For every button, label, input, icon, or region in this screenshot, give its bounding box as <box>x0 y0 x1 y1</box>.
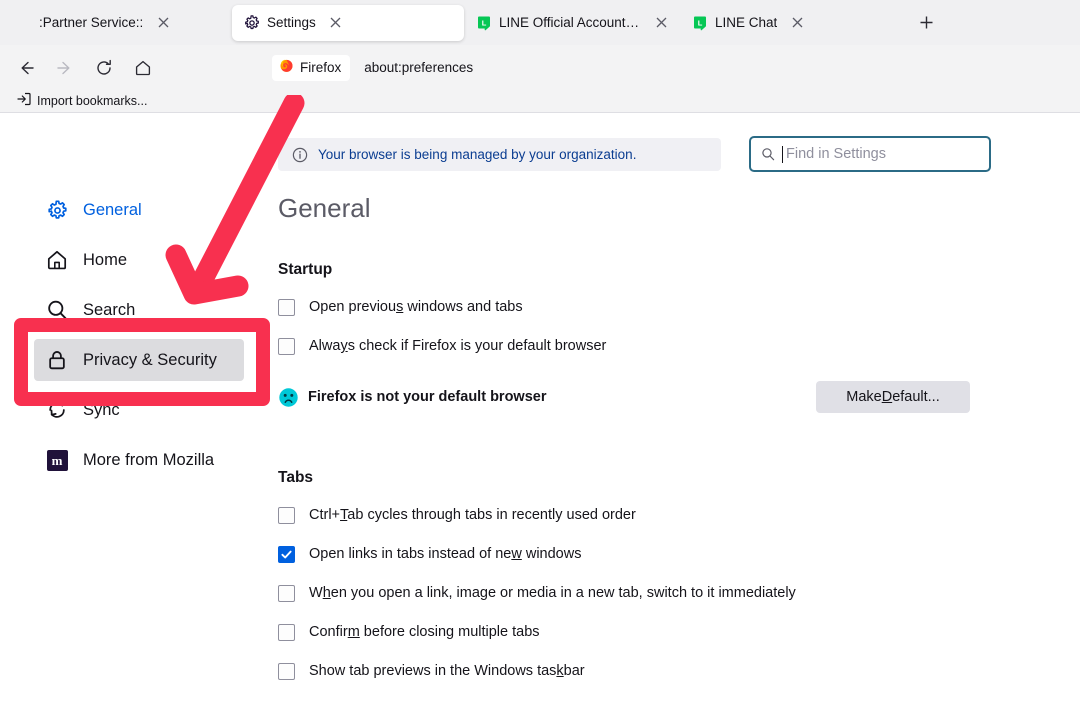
tab-strip: :Partner Service:: Settings L LINE Offic… <box>0 0 1080 45</box>
import-icon <box>17 92 31 111</box>
page-title: General <box>278 193 371 223</box>
svg-text:L: L <box>482 18 487 27</box>
sidebar-item-label: Home <box>83 251 128 269</box>
sidebar-item-sync[interactable]: Sync <box>34 389 244 431</box>
managed-notice-text: Your browser is being managed by your or… <box>318 147 637 162</box>
text-caret <box>782 145 783 163</box>
checkbox-label: Ctrl+Tab cycles through tabs in recently… <box>309 507 636 523</box>
tab-favicon-blank <box>16 15 32 31</box>
close-icon[interactable] <box>327 14 345 32</box>
search-input[interactable]: Find in Settings <box>749 136 991 172</box>
sidebar-item-home[interactable]: Home <box>34 239 244 281</box>
svg-text:L: L <box>698 18 703 27</box>
bookmarks-toolbar: Import bookmarks... <box>0 90 1080 113</box>
checkbox-row-show-tab-previews[interactable]: Show tab previews in the Windows taskbar <box>278 660 1038 682</box>
sidebar-item-label: Search <box>83 301 136 319</box>
mozilla-icon: m <box>46 449 68 471</box>
home-icon[interactable] <box>127 52 159 84</box>
settings-content: General Startup Open previous windows an… <box>278 193 1038 699</box>
new-tab-button[interactable] <box>912 9 940 37</box>
browser-chrome: :Partner Service:: Settings L LINE Offic… <box>0 0 1080 113</box>
sidebar-item-label: General <box>83 201 142 219</box>
checkbox-show-tab-previews[interactable] <box>278 662 295 680</box>
browser-tab-settings[interactable]: Settings <box>232 4 464 41</box>
checkbox-row-ctrl-tab-cycles[interactable]: Ctrl+Tab cycles through tabs in recently… <box>278 504 1038 526</box>
default-browser-status: Firefox is not your default browser <box>278 387 546 408</box>
checkbox-label: Always check if Firefox is your default … <box>309 338 607 354</box>
sad-face-icon <box>278 387 299 408</box>
checkbox-switch-to-new-tab[interactable] <box>278 584 295 602</box>
close-icon[interactable] <box>652 14 670 32</box>
managed-by-organization-notice: Your browser is being managed by your or… <box>278 138 721 171</box>
close-icon[interactable] <box>788 14 806 32</box>
info-icon <box>292 147 308 163</box>
browser-tab-line-chat[interactable]: L LINE Chat <box>680 5 900 41</box>
checkbox-label: Open previous windows and tabs <box>309 299 523 315</box>
forward-icon[interactable] <box>49 52 81 84</box>
sidebar-item-search[interactable]: Search <box>34 289 244 331</box>
checkbox-always-check-default[interactable] <box>278 337 295 355</box>
section-heading: Startup <box>278 261 333 278</box>
back-icon[interactable] <box>10 52 42 84</box>
bookmark-label: Import bookmarks... <box>37 93 148 108</box>
checkbox-label: When you open a link, image or media in … <box>309 585 796 601</box>
sidebar-item-label: Sync <box>83 401 120 419</box>
gear-icon <box>244 14 260 31</box>
sidebar-item-label: More from Mozilla <box>83 451 215 469</box>
default-browser-row: Firefox is not your default browser Make… <box>278 381 970 413</box>
checkbox-row-open-links-in-tabs[interactable]: Open links in tabs instead of new window… <box>278 543 1038 565</box>
tab-title: Settings <box>267 14 316 30</box>
checkbox-row-always-check-default[interactable]: Always check if Firefox is your default … <box>278 335 1038 357</box>
main-top-row: Your browser is being managed by your or… <box>278 136 1060 172</box>
search-placeholder: Find in Settings <box>786 146 886 162</box>
checkbox-open-links-in-tabs[interactable] <box>278 545 295 563</box>
make-default-button[interactable]: Make Default... <box>816 381 970 413</box>
preferences-sidebar: General Home Search Privacy & Security S… <box>0 113 258 718</box>
checkbox-row-switch-to-new-tab[interactable]: When you open a link, image or media in … <box>278 582 1038 604</box>
sidebar-item-general[interactable]: General <box>34 189 244 231</box>
firefox-logo-icon <box>279 58 294 78</box>
checkbox-open-previous-windows[interactable] <box>278 298 295 316</box>
checkbox-confirm-before-closing[interactable] <box>278 623 295 641</box>
preferences-main: Your browser is being managed by your or… <box>258 113 1080 718</box>
tab-title: :Partner Service:: <box>39 14 144 30</box>
search-icon <box>46 299 68 321</box>
sidebar-item-privacy-security[interactable]: Privacy & Security <box>34 339 244 381</box>
checkbox-label: Confirm before closing multiple tabs <box>309 624 540 640</box>
section-heading: Tabs <box>278 469 314 486</box>
line-icon: L <box>692 15 708 31</box>
lock-icon <box>46 349 68 371</box>
tab-title: LINE Official Account Manager <box>499 14 641 30</box>
sidebar-item-label: Privacy & Security <box>83 351 217 369</box>
checkbox-label: Open links in tabs instead of new window… <box>309 546 582 562</box>
checkbox-ctrl-tab-cycles[interactable] <box>278 506 295 524</box>
checkbox-row-open-previous-windows[interactable]: Open previous windows and tabs <box>278 296 1038 318</box>
url-bar[interactable]: Firefox about:preferences <box>272 54 1062 82</box>
browser-tab-partner-service[interactable]: :Partner Service:: <box>4 5 232 41</box>
close-icon[interactable] <box>154 14 172 32</box>
url-text[interactable]: about:preferences <box>364 60 473 76</box>
preferences-page: General Home Search Privacy & Security S… <box>0 113 1080 718</box>
gear-icon <box>46 199 68 221</box>
url-identity-chip[interactable]: Firefox <box>272 55 351 81</box>
sidebar-item-more-from-mozilla[interactable]: m More from Mozilla <box>34 439 244 481</box>
checkbox-label: Show tab previews in the Windows taskbar <box>309 663 585 679</box>
sync-icon <box>46 399 68 421</box>
home-icon <box>46 249 68 271</box>
line-icon: L <box>476 15 492 31</box>
url-chip-label: Firefox <box>300 60 342 75</box>
tab-title: LINE Chat <box>715 14 778 30</box>
checkbox-row-confirm-before-closing[interactable]: Confirm before closing multiple tabs <box>278 621 1038 643</box>
search-icon <box>761 147 775 161</box>
bookmark-import-bookmarks[interactable]: Import bookmarks... <box>12 90 152 113</box>
mozilla-badge: m <box>46 449 68 471</box>
browser-tab-line-official-account-manager[interactable]: L LINE Official Account Manager <box>464 5 680 41</box>
reload-icon[interactable] <box>88 52 120 84</box>
section-startup: Startup Open previous windows and tabs A… <box>278 260 1038 413</box>
section-tabs: Tabs Ctrl+Tab cycles through tabs in rec… <box>278 468 1038 682</box>
default-browser-status-text: Firefox is not your default browser <box>308 389 547 405</box>
